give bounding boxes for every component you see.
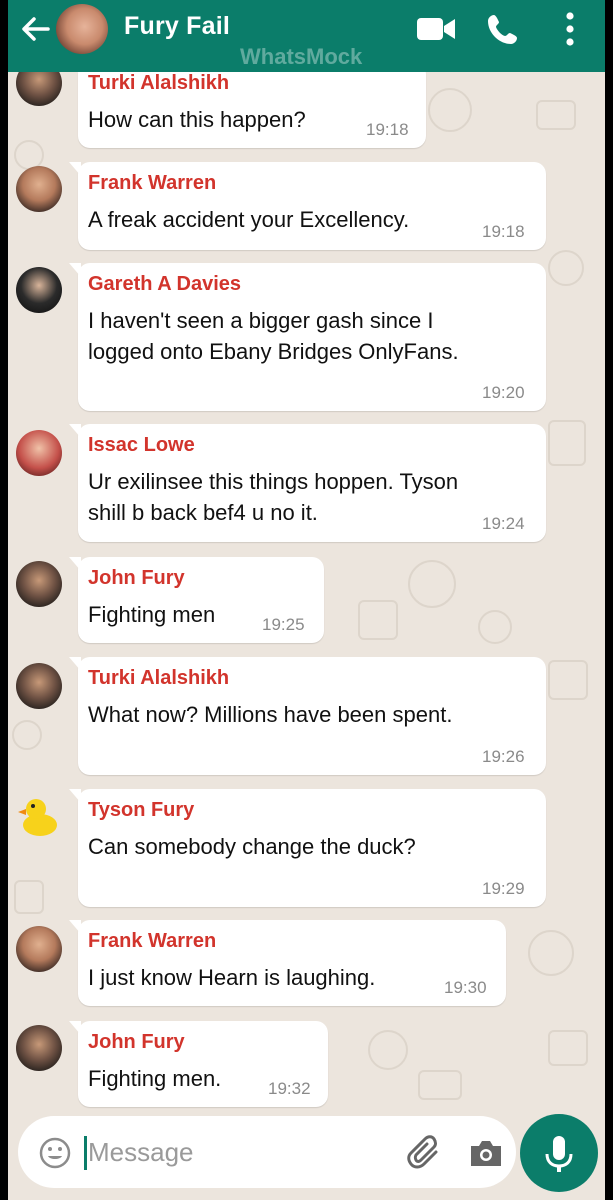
message-time: 19:32	[268, 1079, 311, 1098]
message-bubble[interactable]: Gareth A Davies I haven't seen a bigger g…	[69, 263, 546, 411]
message-row: Frank Warren A freak accident your Excell…	[8, 162, 605, 250]
message-text: shill b back bef4 u no it.	[88, 500, 318, 525]
arrow-left-icon[interactable]	[18, 12, 52, 46]
message-text: Fighting men	[88, 602, 216, 627]
camera-icon[interactable]	[468, 1136, 504, 1170]
smiley-icon[interactable]	[38, 1136, 72, 1170]
message-row: Issac Lowe Ur exilinsee this things hoppe…	[8, 424, 605, 542]
message-text: What now? Millions have been spent.	[88, 702, 453, 727]
sender-avatar[interactable]	[16, 793, 62, 839]
message-row: Frank Warren I just know Hearn is laughin…	[8, 920, 605, 1006]
message-time: 19:26	[482, 747, 525, 766]
message-row: Tyson Fury Can somebody change the duck? 1…	[8, 789, 605, 907]
message-bubble[interactable]: Tyson Fury Can somebody change the duck? 1…	[69, 789, 546, 907]
message-sender: Issac Lowe	[88, 434, 195, 456]
message-bubble[interactable]: Frank Warren A freak accident your Excell…	[69, 162, 546, 250]
chat-screen: Turki Alalshikh How can this happen? 19:18…	[8, 0, 605, 1200]
sender-avatar[interactable]	[16, 561, 62, 607]
message-text: How can this happen?	[88, 107, 306, 132]
paperclip-icon[interactable]	[406, 1134, 444, 1172]
message-text: Can somebody change the duck?	[88, 834, 416, 859]
message-row: John Fury Fighting men 19:25	[8, 557, 605, 643]
message-sender: Frank Warren	[88, 172, 217, 194]
video-camera-icon[interactable]	[416, 14, 456, 44]
message-text: A freak accident your Excellency.	[88, 207, 410, 232]
message-sender: Frank Warren	[88, 930, 217, 952]
message-bubble[interactable]: John Fury Fighting men 19:25	[69, 557, 324, 643]
message-row: Turki Alalshikh What now? Millions have b…	[8, 657, 605, 775]
message-time: 19:18	[482, 222, 525, 241]
message-bubble[interactable]: Issac Lowe Ur exilinsee this things hoppe…	[69, 424, 546, 542]
sender-avatar[interactable]	[16, 926, 62, 972]
sender-avatar[interactable]	[16, 267, 62, 313]
message-sender: John Fury	[88, 1031, 185, 1053]
text-caret	[84, 1136, 87, 1170]
sender-avatar[interactable]	[16, 663, 62, 709]
message-text: logged onto Ebany Bridges OnlyFans.	[88, 339, 459, 364]
message-row: Turki Alalshikh How can this happen? 19:18	[8, 60, 605, 148]
message-row: John Fury Fighting men. 19:32	[8, 1021, 605, 1107]
more-vert-icon[interactable]	[560, 10, 580, 48]
sender-avatar[interactable]	[16, 166, 62, 212]
message-sender: John Fury	[88, 567, 185, 589]
message-text: I just know Hearn is laughing.	[88, 965, 376, 990]
message-sender: Gareth A Davies	[88, 273, 242, 295]
phone-icon[interactable]	[486, 12, 520, 46]
message-text: Fighting men.	[88, 1066, 222, 1091]
message-time: 19:30	[444, 978, 487, 997]
message-sender: Tyson Fury	[88, 799, 195, 821]
group-avatar[interactable]	[54, 2, 110, 56]
rubber-duck-icon	[18, 799, 57, 836]
message-sender: Turki Alalshikh	[88, 72, 230, 94]
message-time: 19:24	[482, 514, 525, 533]
chat-title[interactable]: Fury Fail	[124, 12, 230, 41]
message-bubble[interactable]: John Fury Fighting men. 19:32	[69, 1021, 328, 1107]
microphone-icon	[545, 1136, 573, 1172]
watermark-text: WhatsMock	[240, 44, 363, 69]
message-composer	[18, 1116, 516, 1188]
sender-avatar[interactable]	[16, 430, 62, 476]
message-time: 19:20	[482, 383, 525, 402]
message-text: I haven't seen a bigger gash since I	[88, 308, 434, 333]
message-bubble[interactable]: Turki Alalshikh How can this happen? 19:18	[69, 62, 426, 148]
message-text: Ur exilinsee this things hoppen. Tyson	[88, 469, 459, 494]
message-time: 19:25	[262, 615, 305, 634]
chat-header: Fury Fail WhatsMock	[8, 0, 605, 72]
microphone-button[interactable]	[520, 1114, 598, 1192]
message-bubble[interactable]: Frank Warren I just know Hearn is laughin…	[69, 920, 506, 1006]
message-row: Gareth A Davies I haven't seen a bigger g…	[8, 263, 605, 411]
message-time: 19:29	[482, 879, 525, 898]
message-time: 19:18	[366, 120, 409, 139]
sender-avatar[interactable]	[16, 1025, 62, 1071]
message-bubble[interactable]: Turki Alalshikh What now? Millions have b…	[69, 657, 546, 775]
message-sender: Turki Alalshikh	[88, 667, 230, 689]
message-input[interactable]	[88, 1132, 388, 1172]
